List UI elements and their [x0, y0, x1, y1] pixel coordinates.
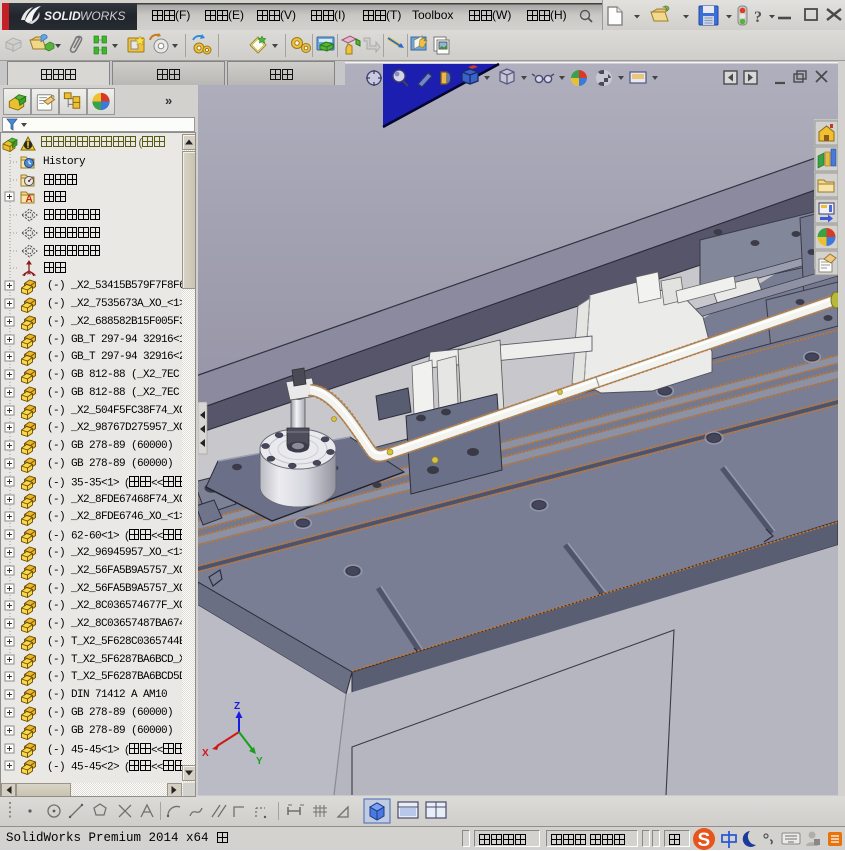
svg-text:WORKS: WORKS: [80, 9, 125, 23]
svg-text:SOLID: SOLID: [44, 9, 81, 23]
svg-text:S: S: [698, 830, 711, 851]
svg-text:Y: Y: [256, 756, 263, 767]
svg-text:Z: Z: [234, 701, 240, 712]
svg-text:X: X: [202, 748, 209, 759]
svg-text:A: A: [26, 194, 33, 205]
svg-text:?: ?: [754, 9, 762, 26]
